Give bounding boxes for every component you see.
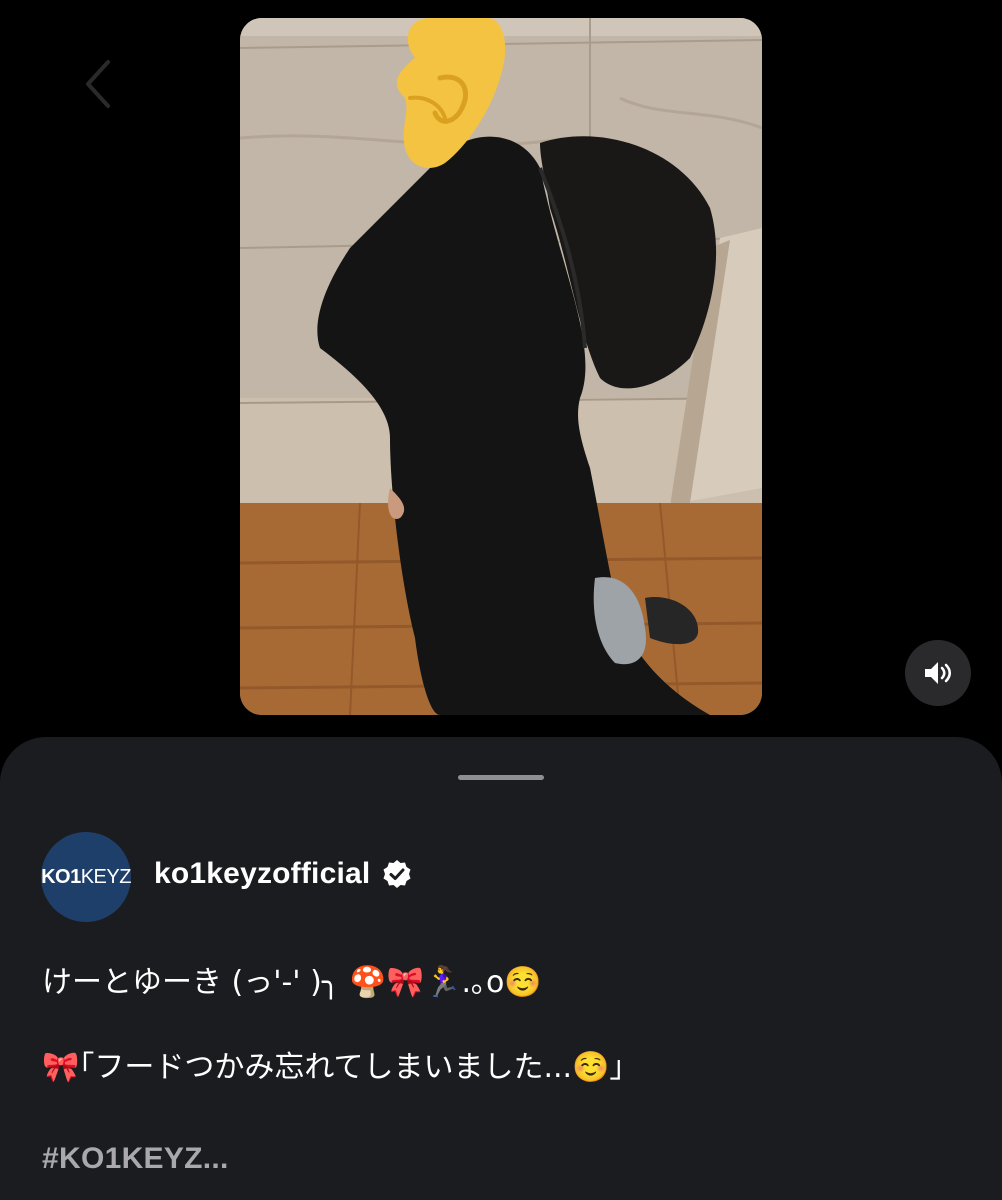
caption-sheet: KO1 KEYZ ko1keyzofficial けーとゆーき (っ'-' )╮ … bbox=[0, 737, 1002, 1200]
mute-toggle-button[interactable] bbox=[905, 640, 971, 706]
username[interactable]: ko1keyzofficial bbox=[154, 857, 370, 891]
caption-line-1: けーとゆーき (っ'-' )╮ 🍄🎀🏃‍♀️.｡o☺️ bbox=[42, 965, 542, 1000]
video-frame bbox=[240, 18, 762, 715]
story-viewer: KO1 KEYZ ko1keyzofficial けーとゆーき (っ'-' )╮ … bbox=[0, 0, 1002, 1200]
hashtag-more-link[interactable]: #KO1KEYZ... bbox=[42, 1142, 229, 1176]
avatar-text-bold: KO1 bbox=[41, 865, 81, 888]
username-row: ko1keyzofficial bbox=[154, 857, 412, 891]
avatar-text-light: KEYZ bbox=[80, 865, 132, 888]
sheet-grabber[interactable] bbox=[458, 775, 544, 780]
speaker-icon bbox=[925, 662, 952, 684]
verified-badge-icon bbox=[383, 860, 411, 888]
chevron-left-icon bbox=[86, 60, 110, 108]
avatar[interactable]: KO1 KEYZ bbox=[41, 832, 131, 922]
caption-line-2: 🎀｢フードつかみ忘れてしまいました...☺️｣ bbox=[42, 1050, 625, 1085]
video-player[interactable] bbox=[240, 18, 762, 715]
back-button[interactable] bbox=[78, 56, 118, 112]
